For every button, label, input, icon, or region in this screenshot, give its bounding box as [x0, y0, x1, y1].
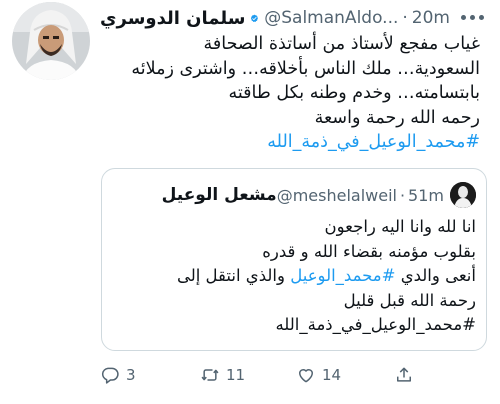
quoted-author-handle[interactable]: @meshelalweil — [277, 186, 397, 205]
reply-button[interactable]: 3 — [100, 362, 136, 388]
quoted-line-prefix: أنعى والدي — [395, 266, 476, 285]
tweet-text: غياب مفجع لأستاذ من أساتذة الصحافة السعو… — [100, 32, 480, 155]
quoted-author-name[interactable]: مشعل الوعيل — [162, 185, 277, 205]
quoted-tweet-header: مشعل الوعيل @meshelalweil · 51m — [114, 183, 444, 207]
tweet-line: بابتسامته… وخدم وطنه بكل طاقته — [228, 83, 481, 103]
tweet-line: غياب مفجع لأستاذ من أساتذة الصحافة — [203, 34, 480, 54]
time-separator: · — [402, 8, 408, 28]
like-icon — [299, 369, 313, 383]
avatar-image — [12, 2, 90, 80]
like-count: 14 — [322, 366, 342, 384]
verified-badge-icon — [251, 14, 259, 22]
quoted-time-separator: · — [399, 185, 406, 205]
quoted-line: انا لله وانا اليه راجعون — [324, 217, 476, 236]
author-name[interactable]: سلمان الدوسري — [100, 8, 245, 29]
share-button[interactable] — [394, 362, 414, 388]
tweet-header: سلمان الدوسري @SalmanAldo... · 20m — [100, 4, 450, 32]
quoted-tweet[interactable]: مشعل الوعيل @meshelalweil · 51m انا لله … — [101, 168, 487, 351]
quoted-line: بقلوب مؤمنه بقضاء الله و قدره — [262, 241, 476, 261]
quoted-hashtag[interactable]: #محمد_الوعيل_في_ذمة_الله — [114, 313, 476, 338]
more-options-icon[interactable] — [455, 6, 489, 28]
retweet-icon — [201, 369, 219, 381]
quoted-line-suffix: والذي انتقل إلى — [176, 266, 291, 285]
like-button[interactable]: 14 — [296, 362, 341, 388]
hashtag-link[interactable]: #محمد_الوعيل_في_ذمة_الله — [100, 130, 480, 155]
retweet-count: 11 — [226, 366, 246, 384]
quoted-line: رحمة الله قبل قليل — [343, 290, 476, 310]
quoted-tweet-text: انا لله وانا اليه راجعون بقلوب مؤمنه بقض… — [114, 215, 476, 338]
tweet-line: السعودية… ملك الناس بأخلاقه… واشترى زملا… — [131, 58, 480, 79]
share-icon — [397, 367, 411, 382]
tweet-line: رحمه الله رحمة واسعة — [314, 107, 480, 128]
reply-count: 3 — [126, 366, 136, 384]
author-handle[interactable]: @SalmanAldo... — [264, 8, 398, 28]
retweet-button[interactable]: 11 — [200, 362, 245, 388]
quoted-tweet-time[interactable]: 51m — [408, 186, 444, 205]
reply-icon — [101, 367, 119, 384]
quoted-avatar-image — [450, 182, 476, 208]
tweet-time[interactable]: 20m — [412, 8, 450, 28]
author-avatar[interactable] — [12, 2, 90, 80]
quoted-author-avatar[interactable] — [450, 182, 476, 208]
quoted-hashtag-inline[interactable]: #محمد_الوعيل — [290, 266, 395, 285]
action-bar: 3 11 14 — [100, 362, 490, 388]
tweet[interactable]: سلمان الدوسري @SalmanAldo... · 20m غياب … — [0, 0, 500, 404]
quoted-line: أنعى والدي #محمد_الوعيل والذي انتقل إلى — [114, 264, 476, 289]
